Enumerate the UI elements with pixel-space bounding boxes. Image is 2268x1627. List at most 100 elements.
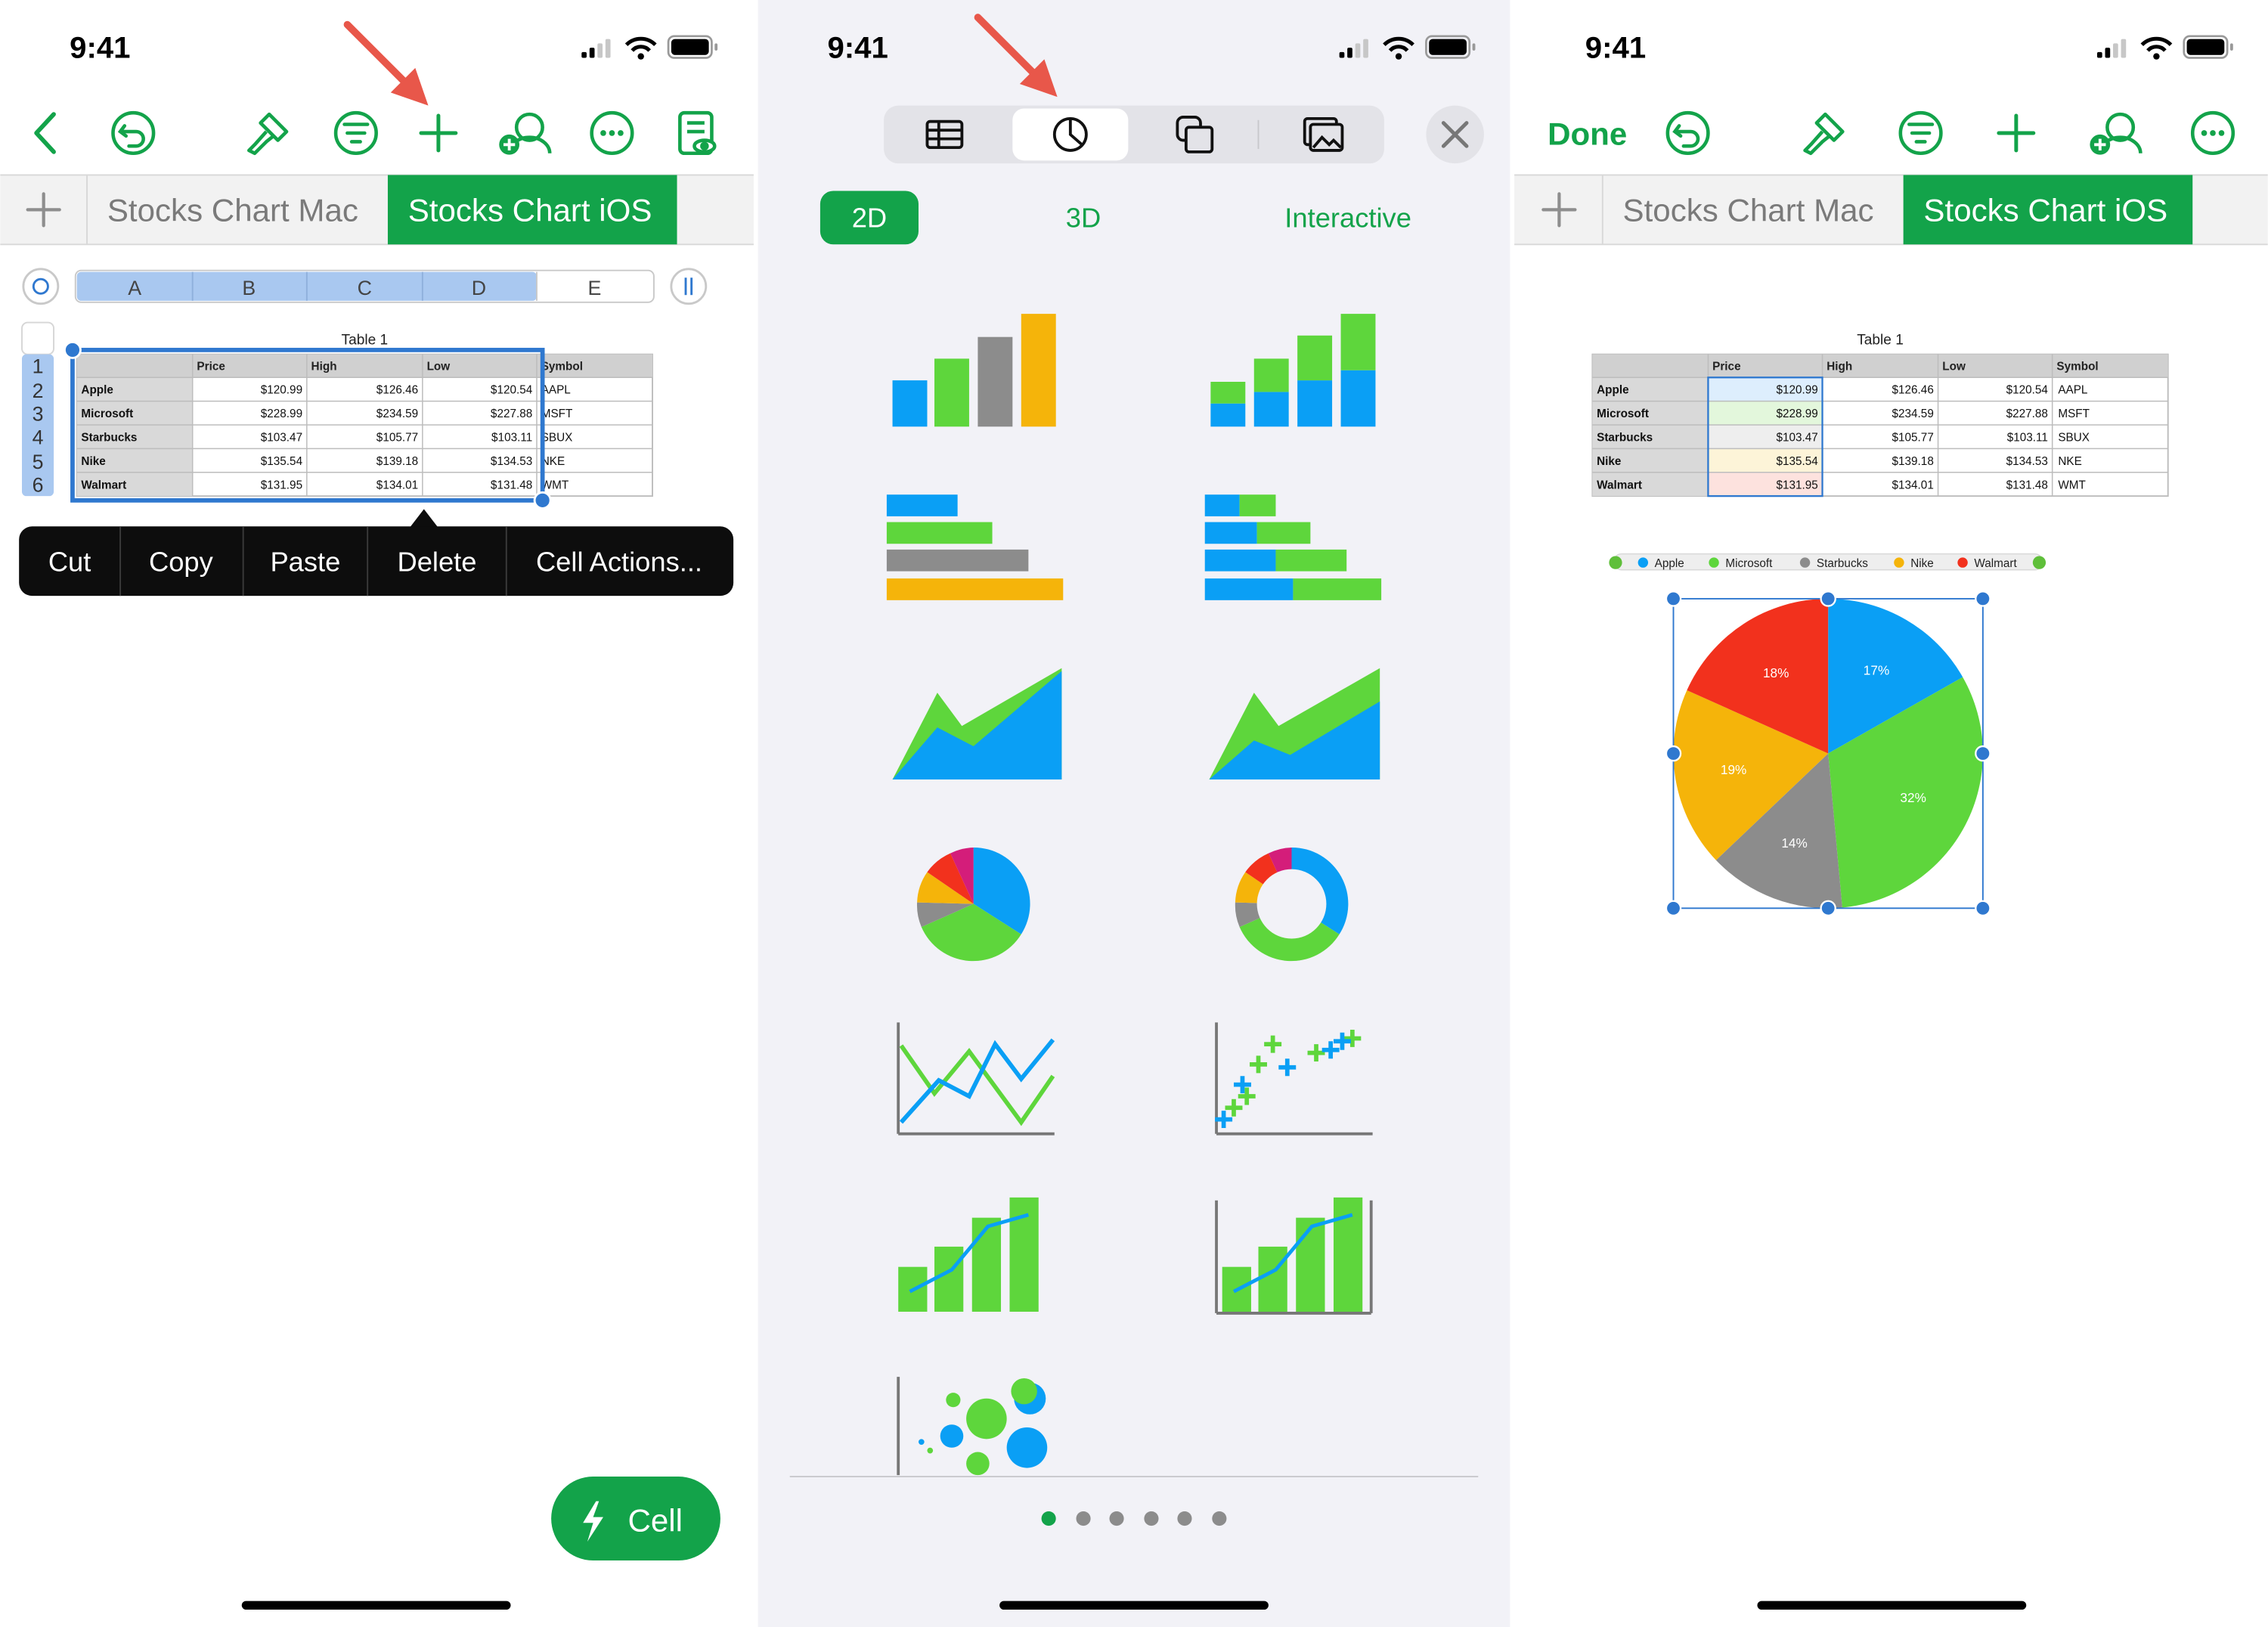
table-cell: Starbucks: [1597, 431, 1653, 444]
screenshot-canvas: 9:41 Stocks Chart Mac Stocks Chart iOS A…: [0, 0, 2268, 1627]
table-cell: Walmart: [1597, 479, 1642, 492]
table-cell: $120.54: [2006, 383, 2049, 396]
table-cell: AAPL: [2058, 383, 2087, 396]
tab-stocks-chart-ios[interactable]: Stocks Chart iOS: [408, 193, 652, 228]
panel-1-spreadsheet-selection: 9:41 Stocks Chart Mac Stocks Chart iOS A…: [0, 0, 754, 1627]
status-time: 9:41: [70, 31, 130, 65]
resize-handle[interactable]: [1975, 900, 1991, 917]
chart-type-donut[interactable]: [1235, 847, 1349, 962]
chart-type-pie[interactable]: [916, 847, 1030, 962]
legend-label: Nike: [1910, 557, 1934, 570]
row-header-1[interactable]: 1: [33, 355, 44, 378]
table-cell: NKE: [2058, 455, 2081, 468]
table-cell: Nike: [81, 455, 105, 468]
mode-2d[interactable]: 2D: [852, 202, 887, 233]
legend-swatch: [1957, 557, 1968, 568]
cell-actions-button[interactable]: Cell: [551, 1477, 720, 1561]
menu-item-cut[interactable]: Cut: [48, 547, 91, 578]
legend-swatch: [1894, 557, 1904, 568]
table-cell: $131.48: [491, 479, 532, 492]
pie-chart[interactable]: 17% 32% 14% 19% 18%: [1673, 598, 1983, 909]
legend-label: Walmart: [1974, 557, 2017, 570]
done-button[interactable]: Done: [1548, 116, 1627, 151]
selection-handle-top[interactable]: [63, 340, 82, 359]
resize-handle[interactable]: [1665, 745, 1682, 762]
table-cell: Microsoft: [1597, 408, 1649, 420]
pie-percent-label: 19%: [1721, 762, 1746, 777]
legend-handle-right[interactable]: [2032, 556, 2046, 569]
cell-button-label: Cell: [627, 1503, 683, 1539]
table-cell: $134.53: [491, 455, 532, 468]
table-cell: $228.99: [1776, 408, 1817, 420]
table-header-high: High: [1826, 361, 1852, 373]
table-cell: Apple: [1597, 383, 1628, 396]
table-cell: Nike: [1597, 455, 1621, 468]
tab-stocks-chart-mac[interactable]: Stocks Chart Mac: [107, 193, 358, 228]
legend-swatch: [1709, 557, 1719, 568]
table-cell: $227.88: [491, 408, 532, 420]
home-indicator: [241, 1601, 511, 1610]
resize-handle[interactable]: [1665, 590, 1682, 607]
resize-handle[interactable]: [1820, 590, 1836, 607]
chart-legend[interactable]: Apple Microsoft Starbucks Nike Walmart: [1609, 553, 2046, 571]
row-header-6[interactable]: 6: [33, 473, 44, 496]
column-header-a[interactable]: A: [128, 277, 141, 299]
select-all-handle[interactable]: [22, 268, 60, 305]
tab-stocks-chart-mac[interactable]: Stocks Chart Mac: [1623, 193, 1874, 228]
table-cell: $234.59: [376, 408, 418, 420]
table-cell: $227.88: [2006, 408, 2048, 420]
table-cell: Microsoft: [81, 408, 133, 420]
resize-handle[interactable]: [1820, 900, 1836, 917]
resize-handle[interactable]: [1975, 745, 1991, 762]
table-cell: Apple: [81, 383, 113, 396]
spreadsheet-table[interactable]: Price High Low Symbol Apple $120.99 $126…: [1591, 353, 2169, 497]
mode-3d[interactable]: 3D: [1066, 202, 1101, 233]
table-cell: $139.18: [1892, 455, 1934, 468]
menu-item-cell-actions[interactable]: Cell Actions...: [536, 547, 702, 578]
table-cell: $131.95: [261, 479, 302, 492]
pie-percent-label: 14%: [1781, 835, 1807, 851]
table-header-symbol: Symbol: [2056, 361, 2098, 373]
legend-label: Apple: [1655, 557, 1684, 570]
column-header-d[interactable]: D: [472, 277, 486, 299]
tab-stocks-chart-ios[interactable]: Stocks Chart iOS: [1923, 193, 2167, 228]
resize-handle[interactable]: [1665, 900, 1682, 917]
menu-item-delete[interactable]: Delete: [397, 547, 476, 578]
column-header-e[interactable]: E: [588, 277, 602, 299]
legend-handle-left[interactable]: [1609, 556, 1622, 569]
table-header-symbol: Symbol: [541, 361, 583, 373]
row-header-4[interactable]: 4: [33, 426, 44, 448]
table-cell: WMT: [2058, 479, 2086, 492]
table-cell: Starbucks: [81, 431, 137, 444]
resize-handle[interactable]: [1975, 590, 1991, 607]
table-cell: $134.53: [2006, 455, 2048, 468]
table-cell: MSFT: [541, 408, 573, 420]
column-header-b[interactable]: B: [242, 277, 256, 299]
pie-percent-label: 17%: [1864, 663, 1889, 678]
column-header-c[interactable]: C: [358, 277, 372, 299]
row-header-5[interactable]: 5: [33, 451, 44, 473]
row-header-2[interactable]: 2: [33, 380, 44, 402]
mode-interactive[interactable]: Interactive: [1284, 202, 1411, 233]
table-cell: $120.99: [1776, 383, 1817, 396]
legend-swatch: [1799, 557, 1811, 568]
menu-item-copy[interactable]: Copy: [149, 547, 214, 578]
close-icon[interactable]: [1426, 105, 1484, 164]
column-options-handle[interactable]: [670, 268, 708, 305]
menu-item-paste[interactable]: Paste: [270, 547, 340, 578]
table-cell: $139.18: [376, 455, 418, 468]
table-title: Table 1: [1857, 332, 1904, 348]
table-cell: $126.46: [1892, 383, 1934, 396]
table-cell: WMT: [541, 479, 569, 492]
panel-3-chart-inserted: 9:41 Done Stocks Chart Mac Stocks Chart …: [1514, 0, 2268, 1627]
spreadsheet-table[interactable]: Price High Low Symbol Apple $120.99 $126…: [76, 353, 653, 497]
pie-percent-label: 32%: [1900, 790, 1926, 805]
selection-handle-bottom[interactable]: [533, 491, 552, 510]
table-cell: AAPL: [541, 383, 571, 396]
table-cell: $134.01: [1892, 479, 1934, 492]
table-cell: $134.01: [376, 479, 418, 492]
row-header-3[interactable]: 3: [33, 403, 44, 426]
home-indicator: [1757, 1601, 2027, 1610]
status-time: 9:41: [1585, 31, 1646, 65]
table-header-low: Low: [1942, 361, 1966, 373]
